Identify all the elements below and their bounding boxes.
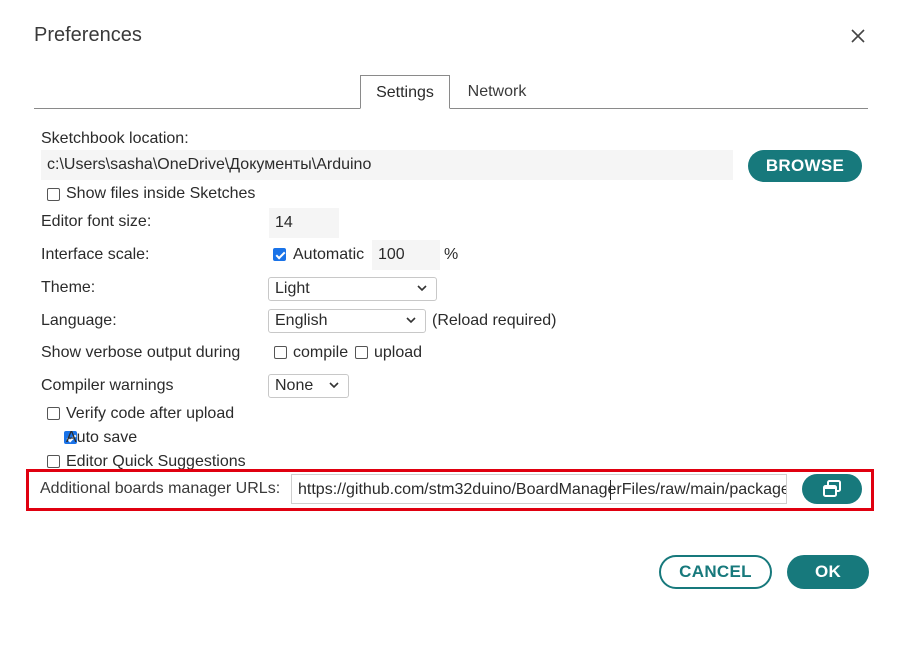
percent-unit-label: %	[444, 246, 459, 263]
verbose-compile-label: compile	[293, 344, 349, 361]
automatic-scale-checkbox[interactable]	[273, 248, 286, 261]
compiler-warnings-select[interactable]: None	[268, 374, 349, 398]
preferences-dialog: Preferences Settings Network Sketchbook …	[0, 0, 902, 589]
reload-required-note: (Reload required)	[432, 312, 557, 329]
cancel-button[interactable]: CANCEL	[659, 555, 772, 589]
boards-urls-value: https://github.com/stm32duino/BoardManag…	[298, 481, 787, 498]
text-caret	[610, 480, 611, 500]
verbose-upload-checkbox[interactable]	[355, 346, 368, 359]
compiler-warnings-label: Compiler warnings	[41, 377, 174, 394]
automatic-scale-label: Automatic	[293, 246, 365, 263]
auto-save-label: Auto save	[66, 429, 138, 446]
compiler-warnings-value: None	[275, 377, 314, 394]
quick-suggestions-checkbox[interactable]	[47, 455, 60, 468]
open-window-icon	[823, 480, 841, 497]
boards-urls-label: Additional boards manager URLs:	[40, 480, 281, 497]
close-icon	[851, 29, 865, 43]
sketchbook-label: Sketchbook location:	[41, 130, 189, 147]
tab-settings[interactable]: Settings	[360, 75, 450, 109]
language-select-value: English	[275, 312, 328, 329]
verbose-label: Show verbose output during	[41, 344, 241, 361]
interface-scale-label: Interface scale:	[41, 246, 150, 263]
dialog-title: Preferences	[34, 24, 142, 46]
show-files-label: Show files inside Sketches	[66, 185, 256, 202]
verbose-upload-label: upload	[374, 344, 423, 361]
ok-button[interactable]: OK	[787, 555, 869, 589]
interface-scale-input[interactable]: 100	[372, 240, 440, 270]
close-button[interactable]	[848, 26, 868, 46]
tab-divider	[34, 108, 868, 109]
show-files-checkbox[interactable]	[47, 188, 60, 201]
verify-upload-checkbox[interactable]	[47, 407, 60, 420]
theme-label: Theme:	[41, 279, 96, 296]
language-label: Language:	[41, 312, 117, 329]
open-urls-editor-button[interactable]	[802, 474, 862, 504]
font-size-label: Editor font size:	[41, 213, 152, 230]
browse-button[interactable]: BROWSE	[748, 150, 862, 182]
theme-select[interactable]: Light	[268, 277, 437, 301]
verbose-compile-checkbox[interactable]	[274, 346, 287, 359]
boards-urls-input[interactable]: https://github.com/stm32duino/BoardManag…	[291, 474, 787, 504]
chevron-down-icon	[329, 382, 339, 389]
sketchbook-path-field[interactable]: c:\Users\sasha\OneDrive\Документы\Arduin…	[41, 150, 733, 180]
tab-network[interactable]: Network	[452, 75, 542, 109]
font-size-input[interactable]: 14	[269, 208, 339, 238]
verify-upload-label: Verify code after upload	[66, 405, 235, 422]
theme-select-value: Light	[275, 280, 310, 297]
language-select[interactable]: English	[268, 309, 426, 333]
chevron-down-icon	[417, 285, 427, 292]
chevron-down-icon	[406, 317, 416, 324]
